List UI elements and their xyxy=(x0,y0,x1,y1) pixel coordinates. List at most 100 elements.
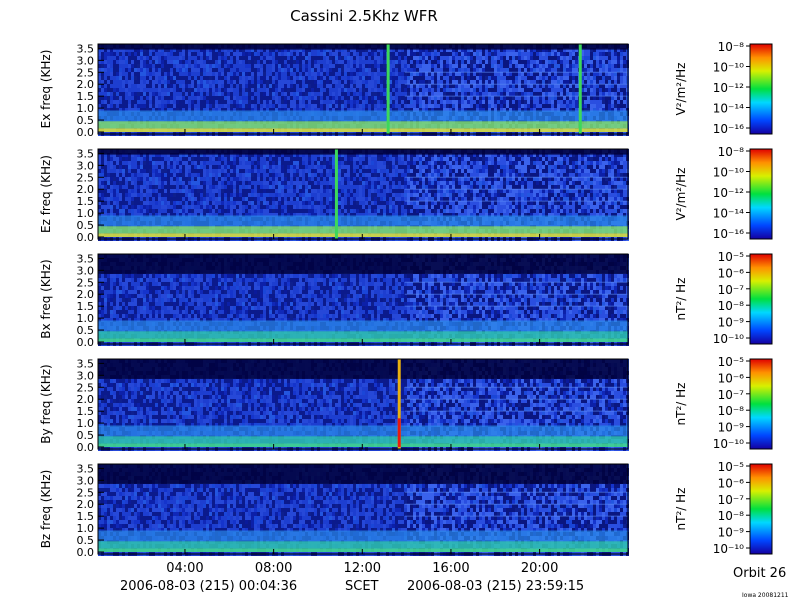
y-tick-label: 1.5 xyxy=(77,510,95,523)
y-axis-label: Bx freq (KHz) xyxy=(39,259,53,338)
y-tick-label: 0.0 xyxy=(77,441,95,454)
y-tick-label: 2.5 xyxy=(77,171,95,184)
upper-dark-band xyxy=(98,254,628,274)
x-tick-label: 20:00 xyxy=(521,561,558,576)
band-low xyxy=(98,436,628,444)
y-tick-label: 1.5 xyxy=(77,405,95,418)
band-mid xyxy=(98,215,628,227)
low-frequency-band xyxy=(98,215,628,237)
band-mid xyxy=(98,110,628,122)
colorbar-tick-label: 10⁻⁶ xyxy=(718,476,745,490)
colorbar-tick-label: 10⁻⁸ xyxy=(718,404,745,418)
y-tick-label: 2.0 xyxy=(77,498,95,511)
upper-dark-band xyxy=(98,359,628,379)
colorbar: 10⁻⁸ 10⁻¹⁰ 10⁻¹² 10⁻¹⁴ 10⁻¹⁶ V²/m²/Hz xyxy=(674,40,773,136)
y-tick-label: 1.0 xyxy=(77,522,95,535)
y-axis-label: By freq (KHz) xyxy=(39,364,53,443)
colorbar-label: V²/m²/Hz xyxy=(674,63,688,116)
colorbar-tick-label: 10⁻¹⁴ xyxy=(713,102,744,116)
colorbar: 10⁻⁵ 10⁻⁶ 10⁻⁷ 10⁻⁸ 10⁻⁹ 10⁻¹⁰ nT²/ Hz xyxy=(674,250,773,346)
y-tick-label: 3.5 xyxy=(77,357,95,370)
colorbar: 10⁻⁵ 10⁻⁶ 10⁻⁷ 10⁻⁸ 10⁻⁹ 10⁻¹⁰ nT²/ Hz xyxy=(674,355,773,451)
y-tick-label: 2.0 xyxy=(77,183,95,196)
colorbar-tick-label: 10⁻¹² xyxy=(713,186,744,200)
y-tick-label: 2.5 xyxy=(77,66,95,79)
y-tick-label: 0.5 xyxy=(77,219,95,232)
y-tick-label: 0.5 xyxy=(77,324,95,337)
colorbar-tick-label: 10⁻⁹ xyxy=(718,421,745,435)
colorbar-label: nT²/ Hz xyxy=(674,278,688,321)
x-tick-label: 04:00 xyxy=(166,561,203,576)
figure-title: Cassini 2.5Khz WFR xyxy=(290,7,438,25)
x-tick-label: 12:00 xyxy=(344,561,381,576)
band-lowest xyxy=(98,233,628,237)
colorbar-tick-label: 10⁻¹⁶ xyxy=(713,227,744,241)
y-tick-label: 3.0 xyxy=(77,369,95,382)
y-tick-label: 3.0 xyxy=(77,264,95,277)
y-tick-label: 2.5 xyxy=(77,276,95,289)
y-tick-label: 2.0 xyxy=(77,393,95,406)
footer-end: 2006-08-03 (215) 23:59:15 xyxy=(407,579,584,594)
upper-dark-band xyxy=(98,464,628,484)
y-tick-label: 0.5 xyxy=(77,534,95,547)
y-tick-label: 3.0 xyxy=(77,54,95,67)
panel-ex: 0.00.51.01.52.02.53.03.5 Ex freq (KHz) 10⁻… xyxy=(39,40,773,139)
colorbar-tick-label: 10⁻¹⁰ xyxy=(713,61,744,75)
y-tick-label: 3.0 xyxy=(77,159,95,172)
panels: 0.00.51.01.52.02.53.03.5Ex freq (KHz)10⁻… xyxy=(39,40,773,559)
colorbar-tick-label: 10⁻⁸ xyxy=(718,40,745,54)
footer-start: 2006-08-03 (215) 00:04:36 xyxy=(120,579,297,594)
colorbar-label: V²/m²/Hz xyxy=(674,168,688,221)
colorbar-tick-label: 10⁻⁷ xyxy=(718,283,745,297)
colorbar: 10⁻⁵ 10⁻⁶ 10⁻⁷ 10⁻⁸ 10⁻⁹ 10⁻¹⁰ nT²/ Hz xyxy=(674,460,773,556)
colorbar-tick-label: 10⁻⁷ xyxy=(718,388,745,402)
orbit-label: Orbit 26 xyxy=(733,566,786,581)
colorbar-gradient xyxy=(749,358,773,450)
panel-by: 0.00.51.01.52.02.53.03.5 By freq (KHz) 10⁻… xyxy=(39,355,773,454)
colorbar-tick-label: 10⁻¹² xyxy=(713,81,744,95)
colorbar-tick-label: 10⁻⁹ xyxy=(718,316,745,330)
y-axis-label: Bz freq (KHz) xyxy=(39,470,53,549)
upper-dark-band xyxy=(98,44,628,50)
wfr-figure: Cassini 2.5Khz WFR 0.00.51.01.52.02.53.0… xyxy=(39,7,789,599)
y-tick-label: 0.5 xyxy=(77,114,95,127)
colorbar-label: nT²/ Hz xyxy=(674,488,688,531)
colorbar-tick-label: 10⁻¹⁶ xyxy=(713,122,744,136)
colorbar-tick-label: 10⁻⁹ xyxy=(718,526,745,540)
band-mid xyxy=(98,425,628,437)
colorbar-tick-label: 10⁻⁶ xyxy=(718,371,745,385)
band-low xyxy=(98,226,628,234)
panel-ez: 0.00.51.01.52.02.53.03.5 Ez freq (KHz) 10⁻… xyxy=(39,145,773,244)
colorbar-gradient xyxy=(749,463,773,555)
colorbar-tick-label: 10⁻¹⁰ xyxy=(713,437,744,451)
y-tick-label: 1.0 xyxy=(77,207,95,220)
y-tick-label: 0.0 xyxy=(77,546,95,559)
spike-2150 xyxy=(578,44,582,134)
colorbar-gradient xyxy=(749,43,773,135)
colorbar-tick-label: 10⁻⁵ xyxy=(718,355,745,369)
colorbar-tick-label: 10⁻⁸ xyxy=(718,145,745,159)
y-tick-label: 1.0 xyxy=(77,312,95,325)
band-low xyxy=(98,121,628,129)
panel-bx: 0.00.51.01.52.02.53.03.5 Bx freq (KHz) 10⁻… xyxy=(39,250,773,349)
y-tick-label: 0.0 xyxy=(77,336,95,349)
band-lowest xyxy=(98,443,628,447)
colorbar-label: nT²/ Hz xyxy=(674,383,688,426)
y-axis-label: Ez freq (KHz) xyxy=(39,155,53,233)
y-tick-label: 3.5 xyxy=(77,462,95,475)
y-tick-label: 1.5 xyxy=(77,195,95,208)
y-tick-label: 3.5 xyxy=(77,42,95,55)
colorbar-tick-label: 10⁻⁷ xyxy=(718,493,745,507)
spike-red-segment xyxy=(397,418,401,447)
spike-1310 xyxy=(386,44,390,134)
y-tick-label: 0.0 xyxy=(77,231,95,244)
low-frequency-band xyxy=(98,320,628,342)
y-axis-label: Ex freq (KHz) xyxy=(39,50,53,129)
colorbar-tick-label: 10⁻¹⁰ xyxy=(713,166,744,180)
y-tick-label: 3.5 xyxy=(77,252,95,265)
band-lowest xyxy=(98,128,628,132)
band-lowest xyxy=(98,548,628,552)
upper-dark-band xyxy=(98,149,628,155)
y-tick-label: 1.0 xyxy=(77,102,95,115)
y-tick-label: 3.0 xyxy=(77,474,95,487)
